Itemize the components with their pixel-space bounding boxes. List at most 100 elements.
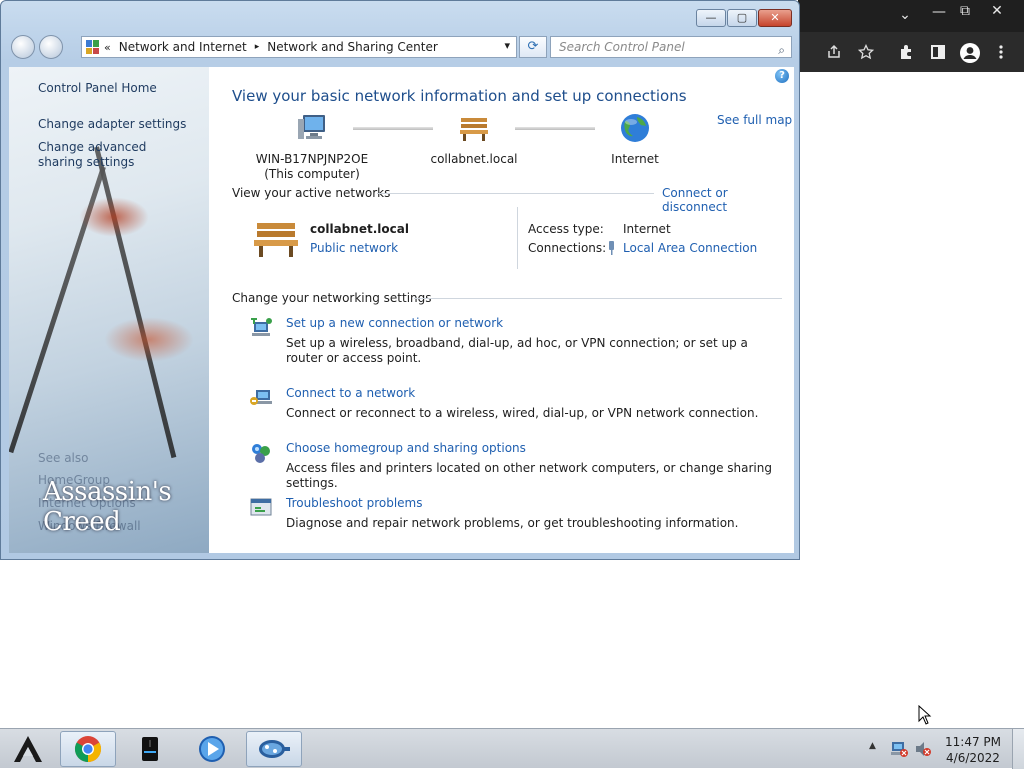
share-icon[interactable] bbox=[826, 44, 842, 60]
network-center-icon bbox=[259, 740, 290, 758]
extensions-icon[interactable] bbox=[898, 44, 914, 60]
section-divider bbox=[377, 193, 654, 194]
connect-network-link[interactable]: Connect to a network bbox=[286, 386, 415, 400]
system-clock[interactable]: 11:47 PM 4/6/2022 bbox=[942, 734, 1004, 766]
taskbar-chrome[interactable] bbox=[60, 731, 116, 767]
vertical-divider bbox=[517, 207, 518, 269]
taskbar-network-center[interactable] bbox=[246, 731, 302, 767]
new-connection-icon bbox=[251, 318, 272, 336]
search-placeholder: Search Control Panel bbox=[559, 40, 685, 54]
clock-date: 4/6/2022 bbox=[946, 751, 1000, 765]
network-status-icon[interactable] bbox=[890, 740, 908, 758]
task-setup-connection: Set up a new connection or network Set u… bbox=[251, 316, 781, 366]
wallpaper-blade-art bbox=[94, 146, 177, 459]
volume-muted-icon[interactable] bbox=[914, 740, 932, 758]
task-troubleshoot: Troubleshoot problems Diagnose and repai… bbox=[250, 496, 781, 536]
control-panel-icon bbox=[86, 40, 100, 54]
taskbar: ▲ 11:47 PM 4/6/2022 bbox=[0, 728, 1024, 769]
maximize-button[interactable]: ▢ bbox=[727, 9, 757, 27]
search-icon[interactable]: ⌕ bbox=[778, 40, 785, 60]
chrome-icon bbox=[74, 736, 102, 763]
network-name: collabnet.local bbox=[430, 152, 518, 166]
map-computer-node: WIN-B17NPJNP2OE (This computer) bbox=[249, 113, 375, 181]
show-desktop-button[interactable] bbox=[1012, 729, 1024, 769]
access-type-value: Internet bbox=[623, 222, 671, 236]
local-area-connection-link[interactable]: Local Area Connection bbox=[623, 241, 757, 255]
file-manager-icon bbox=[142, 737, 158, 761]
chrome-restore-button[interactable]: ⧉ bbox=[952, 3, 978, 19]
connect-network-description: Connect or reconnect to a wireless, wire… bbox=[286, 406, 759, 420]
connections-label: Connections: bbox=[528, 241, 607, 255]
public-network-bench-icon bbox=[254, 223, 298, 257]
setup-connection-description: Set up a wireless, broadband, dial-up, a… bbox=[286, 336, 748, 365]
map-connector-line bbox=[515, 127, 595, 130]
task-homegroup-sharing: Choose homegroup and sharing options Acc… bbox=[251, 441, 781, 490]
main-content: ? View your basic network information an… bbox=[209, 67, 794, 553]
address-dropdown-icon[interactable]: ▾ bbox=[504, 39, 510, 52]
active-network-name: collabnet.local bbox=[310, 222, 409, 236]
chrome-titlebar: ⌄ — ⧉ ✕ bbox=[798, 0, 1024, 32]
search-input[interactable]: Search Control Panel ⌕ bbox=[550, 36, 792, 58]
computer-subtitle: (This computer) bbox=[264, 167, 360, 181]
sidebar-item-control-panel-home[interactable]: Control Panel Home bbox=[38, 81, 157, 96]
wallpaper-splash-art bbox=[79, 197, 149, 237]
sidepanel-icon[interactable] bbox=[930, 44, 946, 60]
breadcrumb-network-sharing-center[interactable]: Network and Sharing Center bbox=[267, 40, 438, 54]
network-location-type-link[interactable]: Public network bbox=[310, 241, 398, 255]
chrome-tab-search-dropdown[interactable]: ⌄ bbox=[892, 7, 918, 23]
navigation-bar: « Network and Internet ▸ Network and Sha… bbox=[9, 34, 793, 60]
assassins-creed-icon bbox=[14, 736, 42, 762]
internet-label: Internet bbox=[611, 152, 659, 166]
background-chrome-window: ⌄ — ⧉ ✕ bbox=[798, 0, 1024, 72]
see-full-map-link[interactable]: See full map bbox=[717, 113, 792, 127]
sidebar-item-advanced-sharing[interactable]: Change advanced sharing settings bbox=[38, 140, 188, 170]
minimize-button[interactable]: — bbox=[696, 9, 726, 27]
computer-name: WIN-B17NPJNP2OE bbox=[255, 152, 369, 166]
back-button[interactable] bbox=[11, 35, 35, 59]
map-network-node[interactable]: collabnet.local bbox=[419, 113, 529, 166]
connect-network-icon bbox=[250, 390, 272, 405]
troubleshoot-icon bbox=[250, 498, 272, 516]
window-caption-buttons: — ▢ ✕ bbox=[696, 9, 792, 29]
setup-connection-link[interactable]: Set up a new connection or network bbox=[286, 316, 503, 330]
breadcrumb-network-internet[interactable]: Network and Internet bbox=[119, 40, 247, 54]
taskbar-file-manager[interactable] bbox=[122, 731, 178, 767]
taskbar-media-player[interactable] bbox=[184, 731, 240, 767]
tray-overflow-chevron[interactable]: ▲ bbox=[869, 741, 876, 751]
forward-button[interactable] bbox=[39, 35, 63, 59]
wallpaper-splash-art bbox=[104, 317, 194, 362]
help-icon[interactable]: ? bbox=[775, 69, 789, 83]
map-internet-node[interactable]: Internet bbox=[585, 113, 685, 166]
chrome-toolbar bbox=[798, 32, 1024, 72]
address-overflow-chevron[interactable]: « bbox=[104, 41, 111, 54]
homegroup-sharing-link[interactable]: Choose homegroup and sharing options bbox=[286, 441, 526, 455]
section-divider bbox=[414, 298, 782, 299]
profile-icon[interactable] bbox=[959, 42, 981, 64]
mouse-cursor-icon bbox=[918, 705, 932, 725]
homegroup-icon bbox=[252, 444, 270, 463]
taskbar-start-button[interactable] bbox=[0, 731, 56, 767]
refresh-button[interactable]: ⟳ bbox=[519, 36, 547, 58]
network-sharing-center-window: — ▢ ✕ « Network and Internet ▸ Network a… bbox=[0, 0, 800, 560]
ethernet-plug-icon bbox=[609, 241, 614, 255]
troubleshoot-link[interactable]: Troubleshoot problems bbox=[286, 496, 422, 510]
access-type-label: Access type: bbox=[528, 222, 604, 236]
chrome-minimize-button[interactable]: — bbox=[926, 4, 952, 20]
clock-time: 11:47 PM bbox=[945, 735, 1001, 749]
computer-icon bbox=[298, 115, 325, 139]
menu-icon[interactable] bbox=[996, 44, 1006, 60]
chrome-close-button[interactable]: ✕ bbox=[984, 3, 1010, 19]
star-icon[interactable] bbox=[858, 44, 874, 60]
troubleshoot-description: Diagnose and repair network problems, or… bbox=[286, 516, 739, 530]
wallpaper-title: Assassin's Creed bbox=[43, 477, 172, 537]
address-bar[interactable]: « Network and Internet ▸ Network and Sha… bbox=[81, 36, 517, 58]
task-pane: Control Panel Home Change adapter settin… bbox=[9, 67, 209, 553]
public-network-bench-icon bbox=[460, 118, 488, 141]
see-also-heading: See also bbox=[38, 451, 89, 465]
breadcrumb-separator[interactable]: ▸ bbox=[255, 42, 260, 52]
task-connect-network: Connect to a network Connect or reconnec… bbox=[250, 386, 781, 426]
close-button[interactable]: ✕ bbox=[758, 9, 792, 27]
connect-or-disconnect-link[interactable]: Connect or disconnect bbox=[662, 186, 794, 214]
sidebar-item-change-adapter-settings[interactable]: Change adapter settings bbox=[38, 117, 186, 132]
page-title: View your basic network information and … bbox=[232, 87, 687, 105]
